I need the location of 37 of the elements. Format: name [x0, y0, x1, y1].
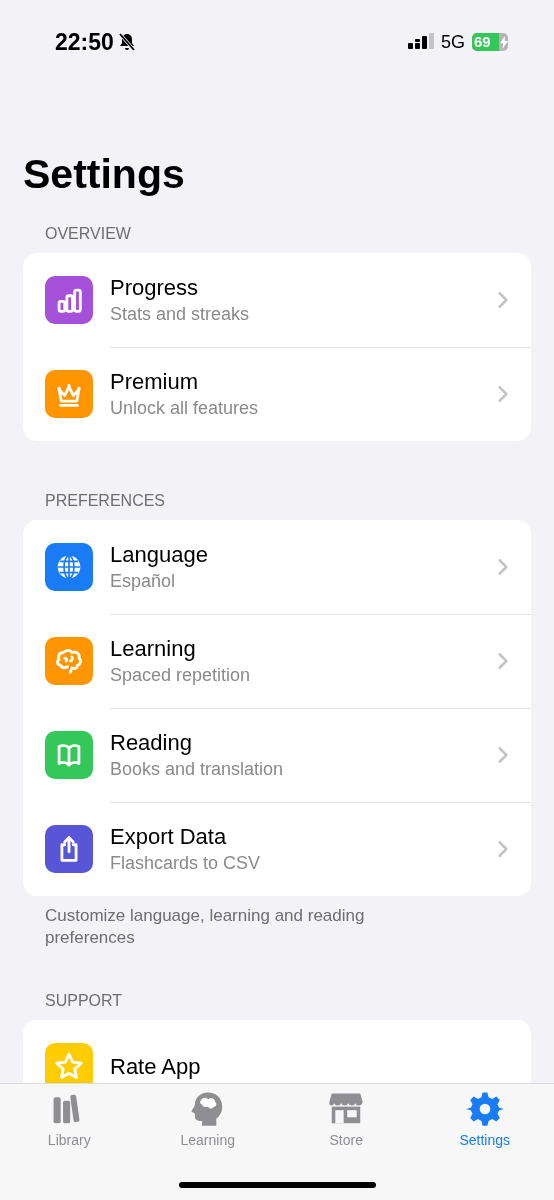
settings-row[interactable]: Language Español	[23, 520, 531, 614]
signal-icon	[408, 32, 434, 52]
row-title: Reading	[110, 728, 193, 757]
gear-icon	[465, 1090, 504, 1128]
row-title: Rate App	[110, 1053, 202, 1081]
section-header: OVERVIEW	[45, 224, 132, 244]
settings-row[interactable]: Learning Spaced repetition	[23, 614, 531, 708]
section-footer: Customize language, learning and reading preferences	[45, 905, 421, 949]
chevron-icon	[497, 385, 509, 403]
row-subtitle: Unlock all features	[110, 397, 260, 420]
row-subtitle: Stats and streaks	[110, 302, 251, 326]
settings-row[interactable]: Export Data Flashcards to CSV	[23, 802, 531, 896]
row-subtitle: Books and translation	[110, 757, 285, 781]
chevron-icon	[497, 840, 509, 858]
network-label: 5G	[441, 31, 465, 53]
settings-row[interactable]: Premium Unlock all features	[23, 347, 531, 441]
chevron-icon	[497, 745, 509, 764]
section-header: PREFERENCES	[45, 491, 167, 511]
row-title: Export Data	[110, 823, 228, 851]
row-subtitle: Spaced repetition	[110, 663, 252, 687]
settings-row[interactable]: Reading Books and translation	[23, 708, 531, 802]
row-title: Progress	[110, 273, 200, 302]
settings-row[interactable]: Progress Stats and streaks	[23, 253, 531, 347]
row-subtitle: Flashcards to CSV	[110, 852, 262, 875]
chevron-icon	[497, 290, 509, 309]
chevron-icon	[497, 651, 509, 670]
section-header: SUPPORT	[45, 991, 124, 1011]
status-time: 22:50	[55, 28, 114, 56]
row-title: Language	[110, 540, 209, 569]
page-title: Settings	[23, 150, 186, 198]
row-subtitle: Español	[110, 569, 177, 593]
battery-level: 69	[472, 33, 499, 51]
row-title: Learning	[110, 634, 197, 663]
tab-item[interactable]: Settings	[415, 1084, 554, 1148]
bell-muted-icon	[116, 32, 137, 52]
chevron-icon	[497, 557, 509, 576]
row-title: Premium	[110, 368, 199, 396]
